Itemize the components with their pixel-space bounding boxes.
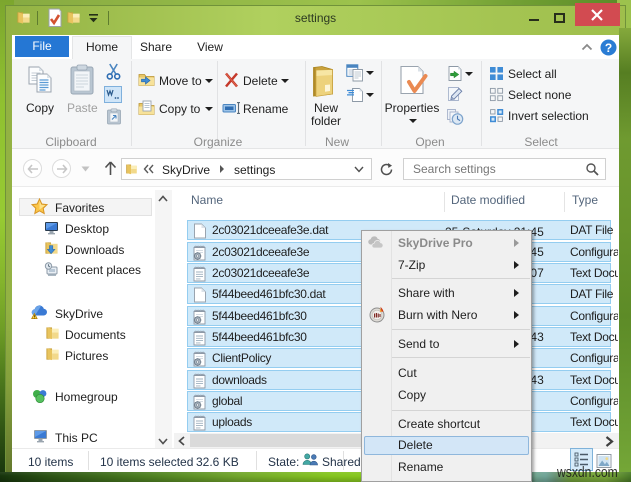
svg-text:?: ? bbox=[605, 41, 612, 55]
